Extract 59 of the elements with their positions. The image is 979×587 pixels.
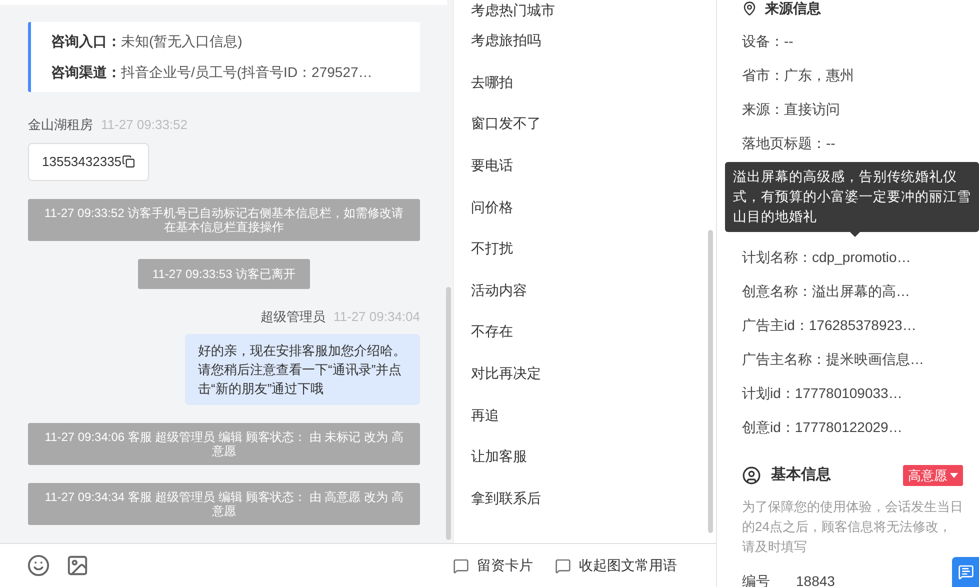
source-field: 省市：广东，惠州 — [742, 64, 854, 86]
source-field: 落地页标题：-- — [742, 132, 836, 154]
field-label: 编号 — [742, 572, 770, 587]
quick-reply-item[interactable]: 考虑热门城市 — [471, 0, 716, 20]
scrollbar[interactable] — [708, 230, 713, 533]
info-label: 咨询渠道： — [51, 63, 121, 82]
source-field: 来源：直接访问 — [742, 98, 840, 120]
section-title: 基本信息 — [771, 465, 831, 485]
quick-reply-item[interactable]: 问价格 — [471, 186, 716, 228]
source-field: 创意id：177780122029… — [742, 416, 902, 438]
emoji-icon[interactable] — [27, 554, 50, 577]
chat-icon — [958, 564, 974, 580]
quick-reply-item[interactable]: 考虑旅拍吗 — [471, 20, 716, 62]
quick-reply-item[interactable]: 不存在 — [471, 311, 716, 353]
source-field: 计划名称：cdp_promotio… — [742, 246, 911, 268]
user-circle-icon — [742, 466, 761, 485]
caret-icon — [950, 472, 958, 478]
sender-name: 金山湖租房 — [28, 116, 93, 134]
location-pin-icon — [742, 0, 757, 16]
system-message: 11-27 09:33:52 访客手机号已自动标记右侧基本信息栏，如需修改请在基本信息栏直接操作 — [28, 198, 420, 240]
quick-reply-item[interactable]: 窗口发不了 — [471, 103, 716, 145]
quick-reply-item[interactable]: 让加客服 — [471, 436, 716, 478]
message-bubble: 好的亲，现在安排客服加您介绍哈。请您稍后注意查看一下“通讯录”并点击“新的朋友”通过下哦 — [185, 334, 420, 405]
source-field: 创意名称：溢出屏幕的高… — [742, 280, 910, 302]
quick-reply-item[interactable]: 对比再决定 — [471, 352, 716, 394]
image-icon[interactable] — [66, 554, 89, 577]
tooltip-arrow — [850, 232, 860, 237]
toolbar-button[interactable]: 留资卡片 — [453, 555, 533, 576]
notice-text: 为了保障您的使用体验，会话发生当日的24点之后，顾客信息将无法修改，请及时填写 — [742, 498, 963, 556]
quick-reply-item[interactable]: 要电话 — [471, 144, 716, 186]
source-field: 广告主id：176285378923… — [742, 314, 916, 336]
tooltip: 溢出屏幕的高级感，告别传统婚礼仪式，有预算的小富婆一定要冲的丽江雪山目的地婚礼 — [725, 162, 979, 232]
chat-float-button[interactable] — [952, 557, 979, 587]
system-message: 11-27 09:34:06 客服 超级管理员 编辑 顾客状态： 由 未标记 改为 高意愿 — [28, 423, 420, 465]
phone-number: 13553432335 — [42, 152, 122, 171]
source-field: 设备：-- — [742, 30, 794, 52]
quick-reply-item[interactable]: 去哪拍 — [471, 62, 716, 104]
intent-dropdown[interactable]: 高意愿 — [903, 464, 963, 486]
source-field: 计划id：177780109033… — [742, 382, 902, 404]
message-icon — [453, 558, 469, 574]
info-label: 咨询入口： — [51, 32, 121, 51]
section-title: 来源信息 — [765, 0, 821, 18]
quick-reply-item[interactable]: 再追 — [471, 394, 716, 436]
message-icon — [555, 558, 571, 574]
scrollbar[interactable] — [446, 287, 451, 540]
toolbar-button[interactable]: 收起图文常用语 — [555, 555, 677, 576]
source-field: 广告主名称：提米映画信息… — [742, 348, 924, 370]
sender-name: 超级管理员 — [260, 308, 326, 326]
field-value: 18843 — [796, 572, 835, 587]
info-value: 未知(暂无入口信息) — [121, 32, 242, 51]
message-time: 11-27 09:34:04 — [334, 308, 420, 326]
system-message: 11-27 09:34:34 客服 超级管理员 编辑 顾客状态： 由 高意愿 改为 高意愿 — [28, 483, 420, 525]
copy-icon[interactable] — [122, 155, 135, 168]
info-value: 抖音企业号/员工号(抖音号ID：279527… — [121, 63, 372, 82]
message-time: 11-27 09:33:52 — [101, 116, 188, 134]
quick-reply-item[interactable]: 活动内容 — [471, 270, 716, 312]
quick-reply-item[interactable]: 不打扰 — [471, 228, 716, 270]
quick-reply-item[interactable]: 拿到联系后 — [471, 478, 716, 520]
system-message: 11-27 09:33:53 访客已离开 — [138, 258, 310, 288]
